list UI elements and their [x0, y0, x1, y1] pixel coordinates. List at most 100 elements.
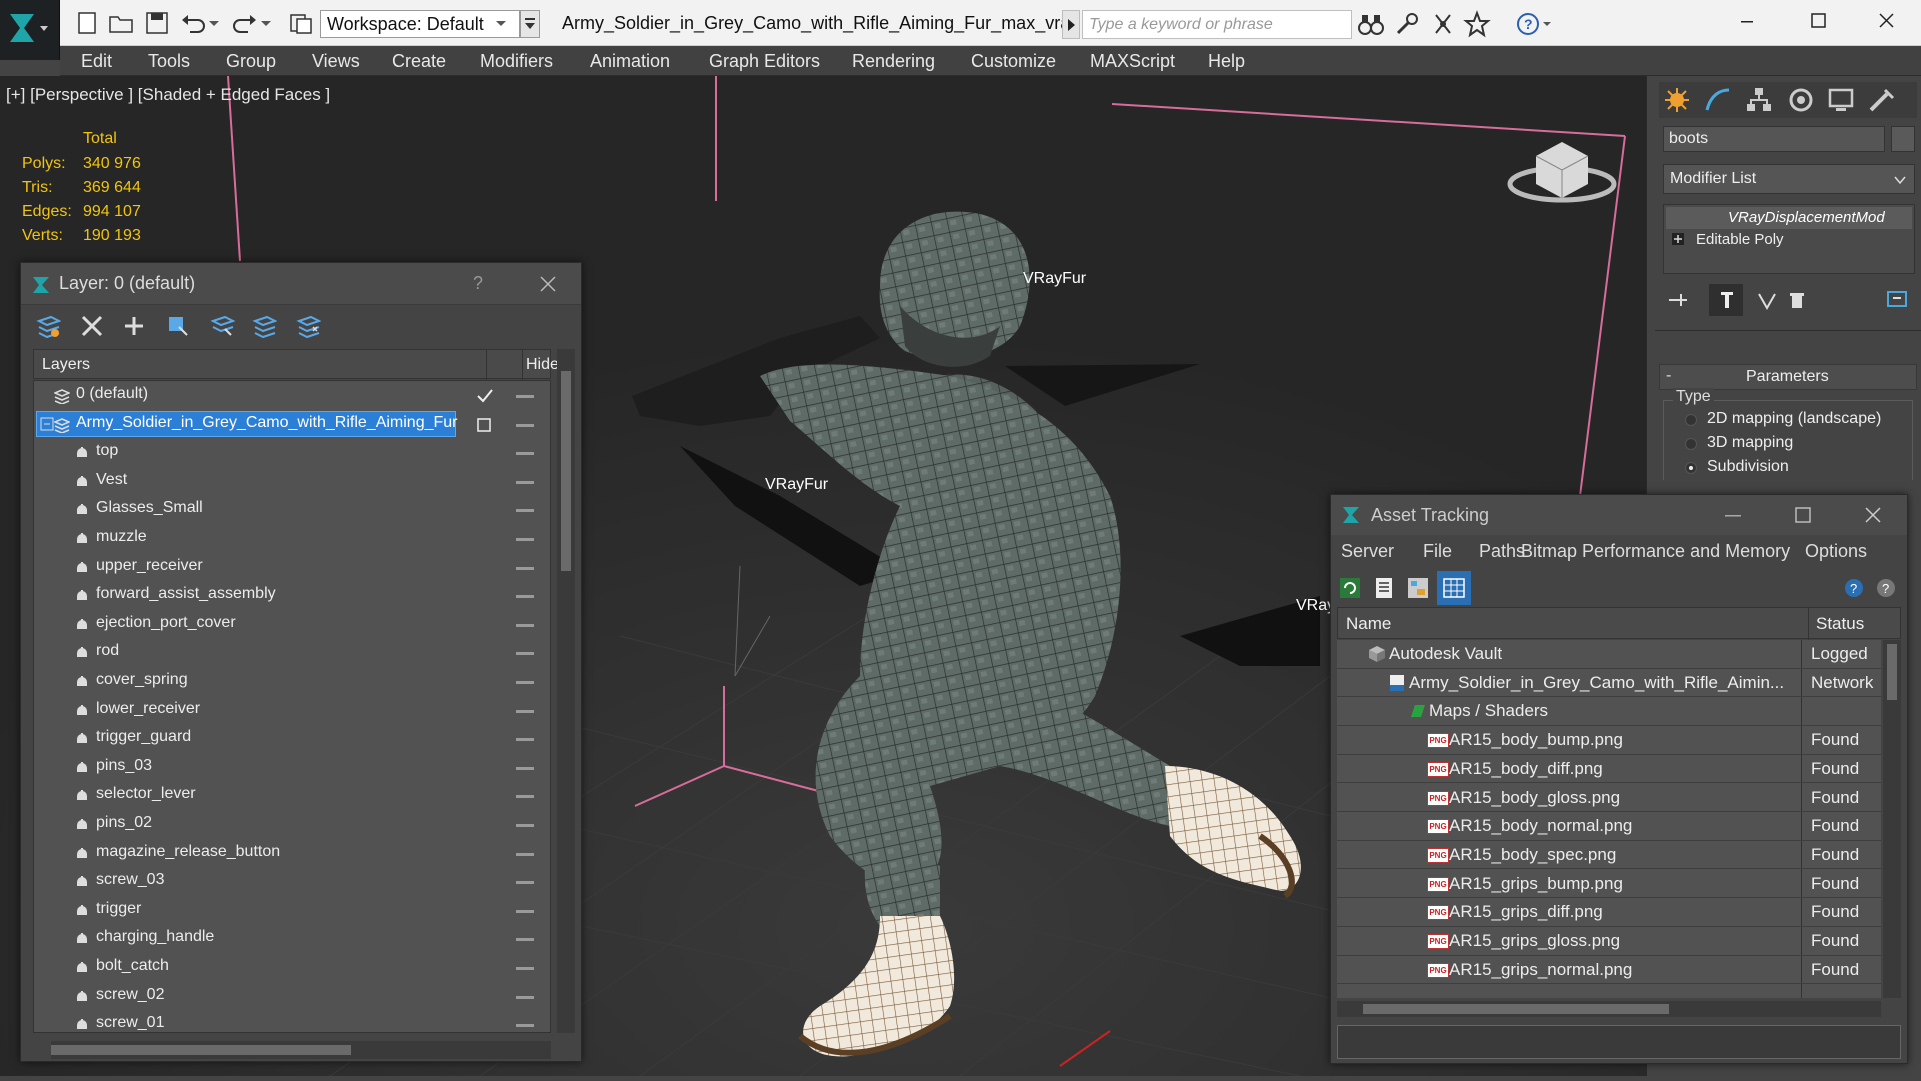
help-tracking-icon[interactable]: ? — [1841, 575, 1867, 601]
hide-toggle[interactable] — [516, 623, 534, 627]
stack-item-vraydisplacementmod[interactable]: VRayDisplacementMod — [1728, 209, 1885, 226]
layer-object-row[interactable]: bolt_catch — [34, 953, 550, 982]
menu-rendering[interactable]: Rendering — [852, 46, 935, 76]
layer-object-row[interactable]: pins_02 — [34, 810, 550, 839]
menu-graph-editors[interactable]: Graph Editors — [709, 46, 820, 76]
search-expand-button[interactable] — [1062, 10, 1080, 39]
col-name-header[interactable]: Name — [1346, 614, 1391, 634]
binoculars-icon[interactable] — [1356, 9, 1386, 39]
workspace-menu-button[interactable] — [520, 10, 540, 38]
asset-menu-server[interactable]: Server — [1341, 541, 1394, 562]
hide-toggle[interactable] — [516, 909, 534, 913]
utilities-tab-icon[interactable] — [1867, 86, 1895, 114]
app-logo-button[interactable] — [0, 0, 60, 60]
asset-row[interactable]: PNG AR15_grips_bump.png Found — [1337, 870, 1881, 899]
layer-object-row[interactable]: pins_03 — [34, 753, 550, 782]
search-input[interactable]: Type a keyword or phrase — [1082, 10, 1352, 39]
asset-maximize-icon[interactable] — [1791, 503, 1815, 527]
col-layers-header[interactable]: Layers — [42, 356, 90, 374]
redo-icon[interactable] — [230, 8, 260, 38]
asset-path-field[interactable] — [1337, 1025, 1901, 1059]
remove-modifier-icon[interactable] — [1785, 288, 1809, 312]
menu-animation[interactable]: Animation — [590, 46, 670, 76]
radio-3d-mapping[interactable] — [1685, 438, 1697, 450]
hide-toggle[interactable] — [516, 452, 534, 456]
expand-plus-icon[interactable] — [1672, 233, 1684, 245]
add-to-layer-icon[interactable] — [121, 313, 147, 339]
hide-toggle[interactable] — [516, 738, 534, 742]
list-view-icon[interactable] — [1371, 575, 1397, 601]
help-icon[interactable]: ? — [1514, 9, 1554, 39]
menu-help[interactable]: Help — [1208, 46, 1245, 76]
layer-object-row[interactable]: ejection_port_cover — [34, 610, 550, 639]
menu-group[interactable]: Group — [226, 46, 276, 76]
hide-unhide-all-icon[interactable] — [251, 313, 277, 339]
freeze-unfreeze-all-icon[interactable] — [295, 313, 321, 339]
layer-row[interactable]: 0 (default) — [34, 381, 550, 410]
radio-2d-mapping[interactable] — [1685, 414, 1697, 426]
asset-row[interactable]: Army_Soldier_in_Grey_Camo_with_Rifle_Aim… — [1337, 669, 1881, 698]
hide-toggle[interactable] — [516, 566, 534, 570]
menu-create[interactable]: Create — [392, 46, 446, 76]
current-layer-check-icon[interactable] — [476, 388, 494, 404]
asset-row[interactable]: PNG AR15_grips_diff.png Found — [1337, 898, 1881, 927]
hide-toggle[interactable] — [516, 595, 534, 599]
hide-toggle[interactable] — [516, 538, 534, 541]
tools-wrench-icon[interactable] — [1392, 9, 1422, 39]
layer-object-row[interactable]: top — [34, 438, 550, 467]
new-file-icon[interactable] — [72, 8, 102, 38]
option-2d-mapping[interactable]: 2D mapping (landscape) — [1707, 410, 1881, 428]
hide-toggle[interactable] — [516, 852, 534, 856]
layer-object-row[interactable]: trigger — [34, 896, 550, 925]
make-unique-icon[interactable] — [1755, 288, 1779, 312]
option-subdivision[interactable]: Subdivision — [1707, 458, 1789, 476]
hide-toggle[interactable] — [516, 824, 534, 827]
collapse-minus-icon[interactable] — [40, 417, 54, 431]
minimize-button[interactable] — [1712, 0, 1782, 44]
layer-vertical-scrollbar[interactable] — [557, 349, 575, 1033]
stack-item-editable-poly[interactable]: Editable Poly — [1696, 231, 1784, 248]
viewport-label[interactable]: [+] [Perspective ] [Shaded + Edged Faces… — [6, 85, 330, 105]
hide-toggle[interactable] — [516, 938, 534, 942]
asset-row[interactable]: PNG AR15_body_diff.png Found — [1337, 755, 1881, 784]
asset-row[interactable]: PNG AR15_body_gloss.png Found — [1337, 784, 1881, 812]
scroll-thumb[interactable] — [1363, 1004, 1669, 1014]
layer-row[interactable]: Army_Soldier_in_Grey_Camo_with_Rifle_Aim… — [34, 410, 550, 439]
undo-dropdown-icon[interactable] — [206, 8, 222, 38]
help-question-icon[interactable]: ? — [1873, 575, 1899, 601]
asset-menu-file[interactable]: File — [1423, 541, 1452, 562]
asset-row[interactable]: PNG AR15_body_bump.png Found — [1337, 726, 1881, 755]
radio-subdivision[interactable] — [1685, 462, 1697, 474]
layer-object-row[interactable]: lower_receiver — [34, 696, 550, 725]
menu-edit[interactable]: Edit — [81, 46, 112, 76]
layer-object-row[interactable]: cover_spring — [34, 667, 550, 696]
layer-close-icon[interactable] — [539, 275, 557, 293]
layer-object-row[interactable]: upper_receiver — [34, 553, 550, 582]
layer-horizontal-scrollbar[interactable] — [51, 1041, 551, 1059]
modify-tab-icon[interactable] — [1703, 86, 1731, 114]
asset-row[interactable]: PNG AR15_grips_gloss.png Found — [1337, 927, 1881, 956]
object-name-field[interactable]: boots — [1663, 126, 1885, 152]
layer-dialog-titlebar[interactable]: Layer: 0 (default) ? — [21, 263, 581, 305]
scroll-thumb[interactable] — [1887, 644, 1897, 700]
hide-toggle[interactable] — [516, 652, 534, 656]
menu-customize[interactable]: Customize — [971, 46, 1056, 76]
layer-object-row[interactable]: screw_02 — [34, 982, 550, 1011]
network-icon[interactable] — [1428, 9, 1458, 39]
layer-object-row[interactable]: rod — [34, 638, 550, 667]
display-tab-icon[interactable] — [1827, 86, 1855, 114]
highlight-selected-icon[interactable] — [209, 313, 235, 339]
close-button[interactable] — [1852, 0, 1921, 44]
modifier-list-dropdown[interactable]: Modifier List — [1663, 164, 1915, 194]
motion-tab-icon[interactable] — [1787, 86, 1815, 114]
layer-object-row[interactable]: Vest — [34, 467, 550, 496]
layer-object-row[interactable]: screw_01 — [34, 1010, 550, 1032]
col-hide-header[interactable]: Hide — [526, 356, 560, 374]
hide-toggle[interactable] — [516, 967, 534, 970]
layer-help-button[interactable]: ? — [473, 273, 483, 294]
pin-stack-icon[interactable] — [1665, 288, 1693, 312]
undo-icon[interactable] — [178, 8, 208, 38]
workspace-dropdown[interactable]: Workspace: Default — [320, 10, 520, 38]
hierarchy-tab-icon[interactable] — [1745, 86, 1773, 114]
favorite-star-icon[interactable] — [1462, 9, 1492, 39]
